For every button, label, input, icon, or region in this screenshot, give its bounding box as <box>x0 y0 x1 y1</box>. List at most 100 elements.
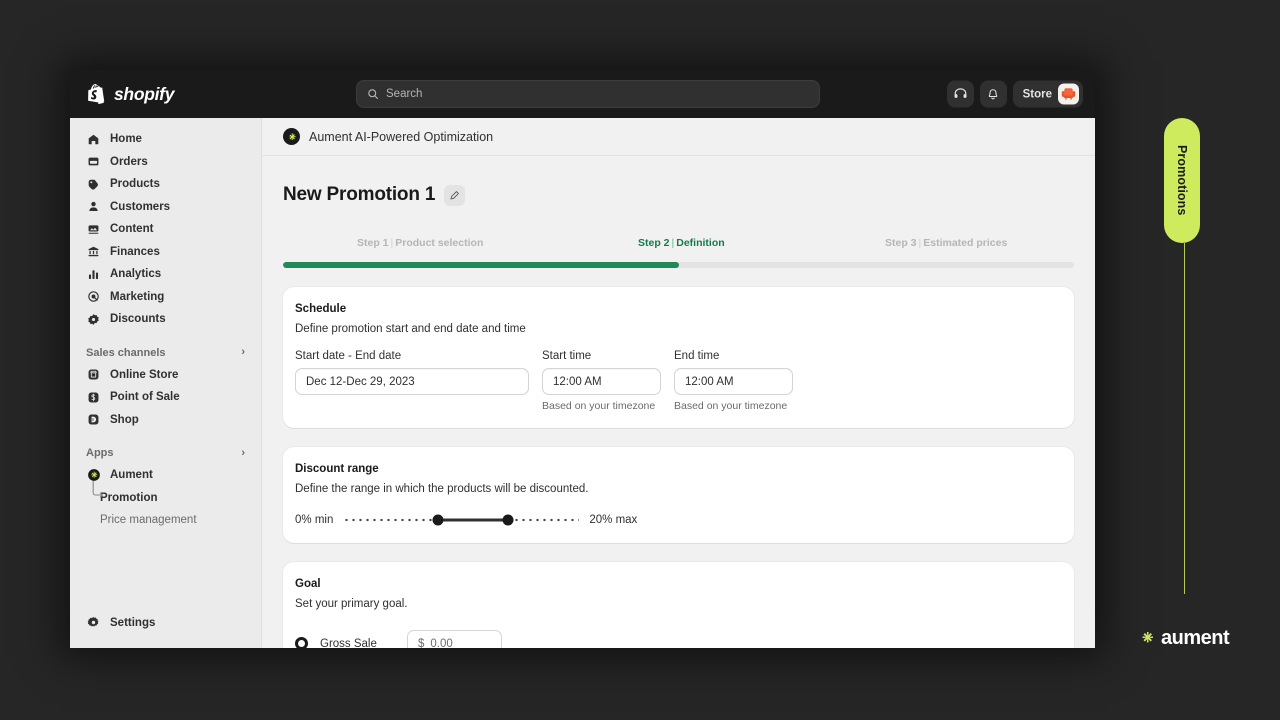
currency-symbol: $ <box>418 637 425 649</box>
aument-app-icon <box>283 128 300 145</box>
discount-range-title: Discount range <box>295 463 379 475</box>
edit-title-button[interactable] <box>444 184 466 206</box>
sidebar-group-label: Apps <box>86 447 114 459</box>
gross-sale-radio[interactable] <box>295 637 308 648</box>
topbar-actions: Store <box>946 80 1083 108</box>
sidebar-item-promotion[interactable]: Promotion <box>78 487 253 510</box>
step-separator: | <box>671 237 675 249</box>
sidebar-group-apps[interactable]: Apps › <box>78 442 253 464</box>
sidebar-item-label: Orders <box>110 155 148 168</box>
date-range-input[interactable]: Dec 12-Dec 29, 2023 <box>295 368 529 395</box>
support-agent-button[interactable] <box>946 80 974 108</box>
promotions-rail: Promotions <box>1164 118 1204 594</box>
sidebar-group-sales-channels[interactable]: Sales channels › <box>78 342 253 364</box>
amount-value: 0.00 <box>430 637 453 649</box>
promotions-rail-pill[interactable]: Promotions <box>1164 118 1200 243</box>
sidebar-item-products[interactable]: Products <box>78 173 253 196</box>
sidebar-item-marketing[interactable]: Marketing <box>78 286 253 309</box>
sidebar-item-content[interactable]: Content <box>78 218 253 241</box>
step-separator: | <box>390 237 394 249</box>
store-switcher-button[interactable]: Store <box>1012 80 1083 108</box>
step-1[interactable]: Step 1 | Product selection <box>357 237 483 249</box>
promotions-rail-label: Promotions <box>1175 145 1189 216</box>
sidebar-item-point-of-sale[interactable]: Point of Sale <box>78 386 253 409</box>
sidebar: Home Orders Products Customers Content F… <box>70 118 262 648</box>
discount-range-card: Discount range Define the range in which… <box>283 447 1074 543</box>
sidebar-item-discounts[interactable]: Discounts <box>78 308 253 331</box>
step-3[interactable]: Step 3 | Estimated prices <box>885 237 1007 249</box>
start-time-input[interactable]: 12:00 AM <box>542 368 661 395</box>
gross-sale-label: Gross Sale <box>320 637 377 649</box>
stepper: Step 1 | Product selection Step 2 | Definiti… <box>283 237 1074 268</box>
sidebar-item-label: Content <box>110 223 154 236</box>
step-number: Step 3 <box>885 237 917 249</box>
armchair-avatar-icon <box>1061 88 1076 100</box>
sidebar-item-label: Discounts <box>110 313 166 326</box>
range-track-dots-left <box>343 518 439 522</box>
sidebar-item-label: Online Store <box>110 368 179 381</box>
sidebar-item-shop[interactable]: Shop <box>78 409 253 432</box>
gross-sale-amount-input[interactable]: $ 0.00 <box>407 630 502 648</box>
shopify-logo[interactable]: shopify <box>88 83 356 105</box>
sidebar-item-label: Settings <box>110 616 156 629</box>
app-header-title: Aument AI-Powered Optimization <box>309 129 494 144</box>
range-max-label: 20% max <box>589 514 638 526</box>
sidebar-item-label: Aument <box>110 469 153 482</box>
sidebar-item-price-management[interactable]: Price management <box>78 509 253 532</box>
discount-range-slider[interactable]: 0% min 20% max <box>295 513 1062 527</box>
date-range-field: Start date - End date Dec 12-Dec 29, 202… <box>295 350 529 412</box>
sidebar-group-label: Sales channels <box>86 346 166 359</box>
sidebar-item-label: Marketing <box>110 290 165 303</box>
range-selected-fill <box>438 518 509 522</box>
sidebar-item-online-store[interactable]: Online Store <box>78 364 253 387</box>
range-handle-min[interactable] <box>432 514 444 526</box>
sidebar-item-analytics[interactable]: Analytics <box>78 263 253 286</box>
schedule-title: Schedule <box>295 303 347 315</box>
notifications-button[interactable] <box>979 80 1007 108</box>
sidebar-settings-wrap: Settings <box>78 612 253 635</box>
start-time-hint: Based on your timezone <box>542 400 656 412</box>
sidebar-item-customers[interactable]: Customers <box>78 196 253 219</box>
sidebar-item-label: Analytics <box>110 268 162 281</box>
orders-inbox-icon <box>86 154 101 169</box>
sidebar-item-settings[interactable]: Settings <box>78 612 253 635</box>
store-label: Store <box>1022 88 1052 100</box>
stepper-labels: Step 1 | Product selection Step 2 | Definiti… <box>283 237 1074 251</box>
search-icon <box>368 89 379 100</box>
avatar <box>1058 83 1079 105</box>
sidebar-item-home[interactable]: Home <box>78 128 253 151</box>
schedule-fields: Start date - End date Dec 12-Dec 29, 202… <box>295 350 1062 412</box>
sidebar-item-label: Home <box>110 133 142 146</box>
browser-window: shopify Search Store Home Orders Product… <box>70 70 1095 648</box>
start-time-field: Start time 12:00 AM Based on your timezo… <box>542 350 661 412</box>
progress-bar-fill <box>283 262 679 268</box>
sidebar-item-orders[interactable]: Orders <box>78 151 253 174</box>
step-label: Estimated prices <box>923 237 1008 249</box>
end-time-field: End time 12:00 AM Based on your timezone <box>674 350 793 412</box>
sidebar-item-label: Point of Sale <box>110 391 180 404</box>
range-track[interactable] <box>343 513 580 527</box>
goal-option-row: Gross Sale $ 0.00 <box>295 630 1062 648</box>
step-2[interactable]: Step 2 | Definition <box>638 237 725 249</box>
date-range-label: Start date - End date <box>295 350 402 362</box>
start-time-label: Start time <box>542 350 592 362</box>
range-min-label: 0% min <box>295 514 334 526</box>
shop-icon <box>86 412 101 427</box>
step-label: Product selection <box>395 237 484 249</box>
step-label: Definition <box>676 237 725 249</box>
range-track-dots-right <box>513 518 580 522</box>
sidebar-subitems: Promotion Price management <box>78 480 253 532</box>
sidebar-item-label: Finances <box>110 245 160 258</box>
end-time-input[interactable]: 12:00 AM <box>674 368 793 395</box>
marketing-target-icon <box>86 289 101 304</box>
promotions-rail-line <box>1183 243 1185 594</box>
sidebar-item-finances[interactable]: Finances <box>78 241 253 264</box>
page-title: New Promotion 1 <box>283 184 436 205</box>
range-handle-max[interactable] <box>502 514 514 526</box>
analytics-bars-icon <box>86 267 101 282</box>
search-input[interactable]: Search <box>356 80 820 108</box>
chevron-right-icon: › <box>241 446 245 459</box>
product-tag-icon <box>86 177 101 192</box>
sidebar-item-aument[interactable]: Aument <box>78 464 253 487</box>
sidebar-item-label: Price management <box>100 514 197 527</box>
